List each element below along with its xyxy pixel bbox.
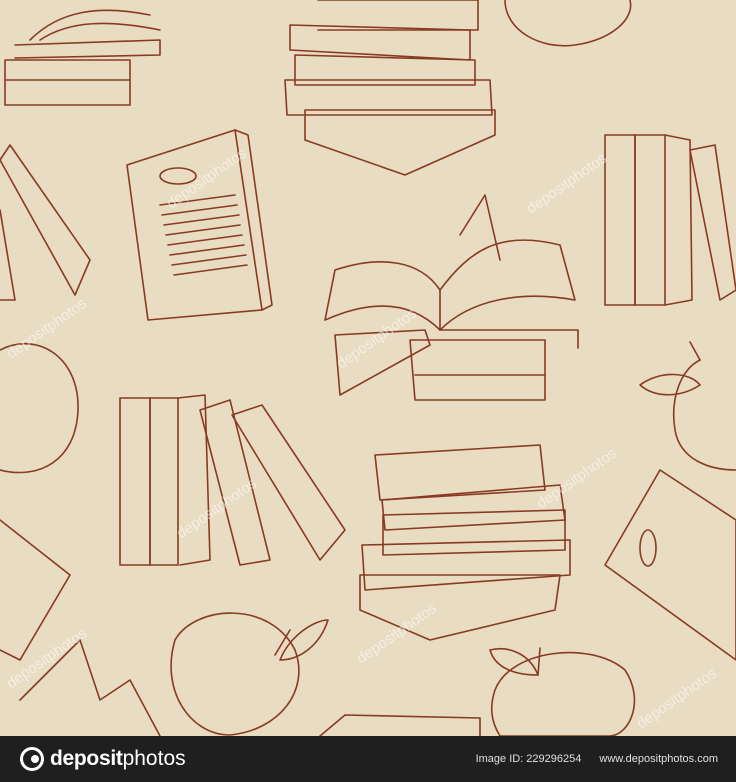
footer-meta: Image ID: 229296254 www.depositphotos.co… <box>476 753 718 765</box>
book-stack-top-center <box>284 0 496 176</box>
book-stack-lower <box>359 444 571 641</box>
apple-bottom-center <box>170 612 329 736</box>
book-bottom-left <box>0 519 161 736</box>
site-url[interactable]: www.depositphotos.com <box>599 753 718 765</box>
open-book-center <box>324 194 579 401</box>
depositphotos-logo[interactable]: deposit photos <box>20 747 186 771</box>
logo-text-rest: photos <box>122 747 186 770</box>
notebook-right <box>604 469 736 661</box>
open-book-top-left <box>4 9 161 106</box>
leaning-books-left <box>0 144 91 301</box>
closed-notebook <box>126 129 273 321</box>
apple-bottom-right <box>489 647 636 736</box>
sketch-pattern: depositphotos depositphotos depositphoto… <box>0 0 736 736</box>
logo-text-bold: deposit <box>50 747 123 770</box>
apple-left <box>0 342 79 474</box>
depositphotos-logo-icon <box>20 747 44 771</box>
sketch-artwork <box>0 0 736 736</box>
apple-right <box>639 341 736 471</box>
book-bottom-center <box>319 714 481 736</box>
footer-bar: deposit photos Image ID: 229296254 www.d… <box>0 736 736 782</box>
image-id: Image ID: 229296254 <box>475 753 582 765</box>
apple-top <box>504 0 632 47</box>
standing-books-right <box>604 134 736 306</box>
standing-books-middle <box>119 394 346 566</box>
